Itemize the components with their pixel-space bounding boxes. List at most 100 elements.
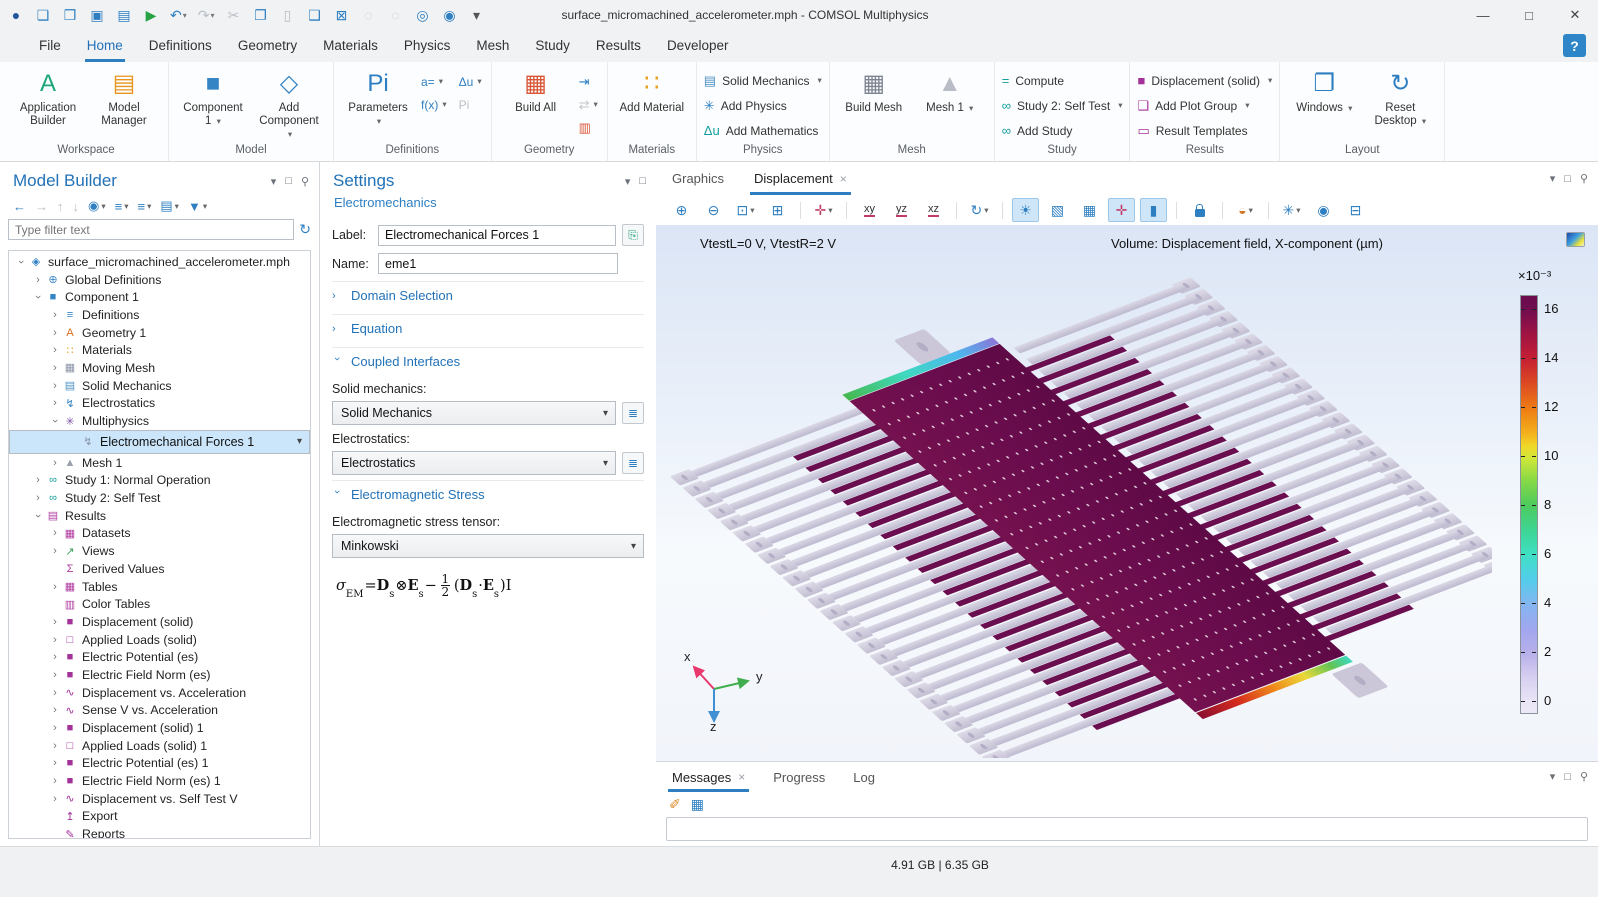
ribbon-button-a[interactable]: a=▾ bbox=[421, 70, 447, 93]
close-button[interactable]: ✕ bbox=[1552, 0, 1598, 30]
tree-node-multiphysics[interactable]: ›✳Multiphysics bbox=[9, 412, 310, 430]
tree-node-component-1[interactable]: ›■Component 1 bbox=[9, 288, 310, 306]
messages-output[interactable] bbox=[666, 817, 1588, 841]
tree-expander-icon[interactable]: › bbox=[49, 634, 61, 646]
refresh-icon[interactable]: ↻ bbox=[299, 221, 311, 238]
tree-node-geometry-1[interactable]: ›AGeometry 1 bbox=[9, 324, 310, 342]
cut-button[interactable]: ✂ bbox=[226, 5, 242, 25]
tree-node-study-2-self-test[interactable]: ›∞Study 2: Self Test bbox=[9, 489, 310, 507]
zoom-in-button[interactable]: ⊕ bbox=[668, 198, 695, 222]
tree-node-applied-loads-solid-1[interactable]: ›□Applied Loads (solid) 1 bbox=[9, 737, 310, 755]
ribbon-button-import[interactable]: ⇥ bbox=[579, 70, 598, 93]
tree-node-tables[interactable]: ›▦Tables bbox=[9, 578, 310, 596]
expand-all-button[interactable]: ≡▾ bbox=[115, 199, 129, 214]
tree-expander-icon[interactable]: › bbox=[49, 740, 61, 752]
new-file-button[interactable]: ❏ bbox=[35, 5, 51, 25]
view-xy-button[interactable]: xy bbox=[856, 198, 883, 222]
ribbon-button-build-mesh[interactable]: ▦Build Mesh bbox=[837, 65, 911, 115]
tree-expander-icon[interactable]: › bbox=[49, 457, 61, 469]
show-button[interactable]: ◉▾ bbox=[88, 198, 106, 214]
tab-displacement[interactable]: Displacement× bbox=[754, 162, 847, 195]
plot-thumbnail-icon[interactable] bbox=[1566, 232, 1585, 247]
tab-messages[interactable]: Messages× bbox=[672, 762, 745, 792]
default-view-button[interactable]: ✛▾ bbox=[810, 198, 837, 222]
tree-expander-icon[interactable]: › bbox=[49, 775, 61, 787]
section-electromagnetic-stress[interactable]: › Electromagnetic Stress bbox=[332, 480, 644, 508]
tree-expander-icon[interactable]: › bbox=[49, 362, 61, 374]
tree-expander-icon[interactable]: › bbox=[49, 704, 61, 716]
menu-results[interactable]: Results bbox=[583, 30, 654, 62]
find-button[interactable]: ◎ bbox=[415, 5, 431, 25]
tree-node-electric-potential-es[interactable]: ›■Electric Potential (es) bbox=[9, 648, 310, 666]
show-axes-button[interactable]: ✛ bbox=[1108, 198, 1135, 222]
tree-node-displacement-solid[interactable]: ›■Displacement (solid) bbox=[9, 613, 310, 631]
tree-expander-icon[interactable]: › bbox=[49, 757, 61, 769]
ribbon-button-compute[interactable]: =Compute bbox=[1002, 68, 1123, 93]
ribbon-button-study-2-self-test[interactable]: ∞Study 2: Self Test▾ bbox=[1002, 93, 1123, 118]
tree-node-results[interactable]: ›▤Results bbox=[9, 507, 310, 525]
zoom-out-button[interactable]: ⊖ bbox=[700, 198, 727, 222]
menu-mesh[interactable]: Mesh bbox=[463, 30, 522, 62]
ribbon-button-add-component[interactable]: ◇Add Component ▾ bbox=[252, 65, 326, 141]
tree-node-moving-mesh[interactable]: ›▦Moving Mesh bbox=[9, 359, 310, 377]
tree-node-reports[interactable]: ✎Reports bbox=[9, 825, 310, 839]
section-domain-selection[interactable]: › Domain Selection bbox=[332, 281, 644, 309]
tree-node-definitions[interactable]: ›≡Definitions bbox=[9, 306, 310, 324]
grid-button[interactable]: ▦ bbox=[1076, 198, 1103, 222]
pin-panel-icon[interactable]: ⚲ bbox=[301, 175, 309, 188]
tree-node-mesh-1[interactable]: ›▲Mesh 1 bbox=[9, 454, 310, 472]
tree-node-electrostatics[interactable]: ›↯Electrostatics bbox=[9, 395, 310, 413]
comsol-logo-button[interactable]: ● bbox=[8, 5, 24, 25]
ribbon-button-build-all[interactable]: ▦Build All bbox=[499, 65, 573, 115]
go-to-source-button[interactable]: ≣ bbox=[622, 452, 644, 474]
environment-button[interactable]: ▧ bbox=[1044, 198, 1071, 222]
menu-physics[interactable]: Physics bbox=[391, 30, 464, 62]
redo-button[interactable]: ↷▾ bbox=[198, 5, 215, 25]
tree-expander-icon[interactable]: › bbox=[32, 291, 44, 303]
move-up-button[interactable]: ↑ bbox=[57, 199, 64, 214]
filter-button[interactable]: ▼▾ bbox=[188, 199, 207, 214]
tree-node-electric-potential-es-1[interactable]: ›■Electric Potential (es) 1 bbox=[9, 755, 310, 773]
tree-expander-icon[interactable]: › bbox=[49, 616, 61, 628]
ribbon-button-add-material[interactable]: ∷Add Material bbox=[615, 65, 689, 115]
ribbon-button-add-study[interactable]: ∞Add Study bbox=[1002, 118, 1123, 143]
delete-button[interactable]: ⊠ bbox=[334, 5, 350, 25]
solid-mechanics-select[interactable]: Solid Mechanics bbox=[332, 401, 616, 425]
select-box-button[interactable]: ◌ bbox=[361, 5, 377, 25]
color-palette-button[interactable]: ◒▾ bbox=[1232, 198, 1259, 222]
tree-expander-icon[interactable]: › bbox=[49, 669, 61, 681]
print-button[interactable]: ⊟ bbox=[1342, 198, 1369, 222]
tree-expander-icon[interactable]: › bbox=[32, 474, 44, 486]
electrostatics-select[interactable]: Electrostatics bbox=[332, 451, 616, 475]
menu-geometry[interactable]: Geometry bbox=[225, 30, 310, 62]
open-file-button[interactable]: ❒ bbox=[62, 5, 78, 25]
ribbon-button-component-1[interactable]: ■Component 1 ▾ bbox=[176, 65, 250, 128]
tree-node-solid-mechanics[interactable]: ›▤Solid Mechanics bbox=[9, 377, 310, 395]
save-button[interactable]: ▣ bbox=[89, 5, 105, 25]
ribbon-button-u[interactable]: Δu▾ bbox=[459, 70, 482, 93]
ribbon-button-add-mathematics[interactable]: ΔuAdd Mathematics bbox=[704, 118, 822, 143]
rotate-button[interactable]: ↻▾ bbox=[966, 198, 993, 222]
menu-home[interactable]: Home bbox=[74, 30, 136, 62]
ribbon-button-sync[interactable]: ⇄▾ bbox=[579, 93, 598, 116]
run-button[interactable]: ▶ bbox=[143, 5, 159, 25]
close-tab-icon[interactable]: × bbox=[840, 172, 847, 186]
close-tab-icon[interactable]: × bbox=[738, 770, 745, 784]
tree-node-displacement-solid-1[interactable]: ›■Displacement (solid) 1 bbox=[9, 719, 310, 737]
menu-materials[interactable]: Materials bbox=[310, 30, 391, 62]
undo-button[interactable]: ↶▾ bbox=[170, 5, 187, 25]
save-compact-button[interactable]: ▤ bbox=[116, 5, 132, 25]
tab-graphics[interactable]: Graphics bbox=[672, 162, 724, 195]
pin-panel-icon[interactable]: ⚲ bbox=[1580, 770, 1588, 783]
tree-expander-icon[interactable]: › bbox=[49, 687, 61, 699]
ribbon-button-mesh-1[interactable]: ▲Mesh 1 ▾ bbox=[913, 65, 987, 115]
tree-expander-icon[interactable]: › bbox=[49, 722, 61, 734]
collapse-all-button[interactable]: ≡▾ bbox=[138, 199, 152, 214]
view-xz-button[interactable]: xz bbox=[920, 198, 947, 222]
copy-button[interactable]: ❐ bbox=[253, 5, 269, 25]
pin-panel-icon[interactable]: ⚲ bbox=[1580, 172, 1588, 185]
tab-log[interactable]: Log bbox=[853, 762, 875, 792]
panel-menu-icon[interactable]: ▾ bbox=[1550, 770, 1556, 783]
tree-node-derived-values[interactable]: ΣDerived Values bbox=[9, 560, 310, 578]
ribbon-button-parameters[interactable]: PiParameters ▾ bbox=[341, 65, 415, 128]
